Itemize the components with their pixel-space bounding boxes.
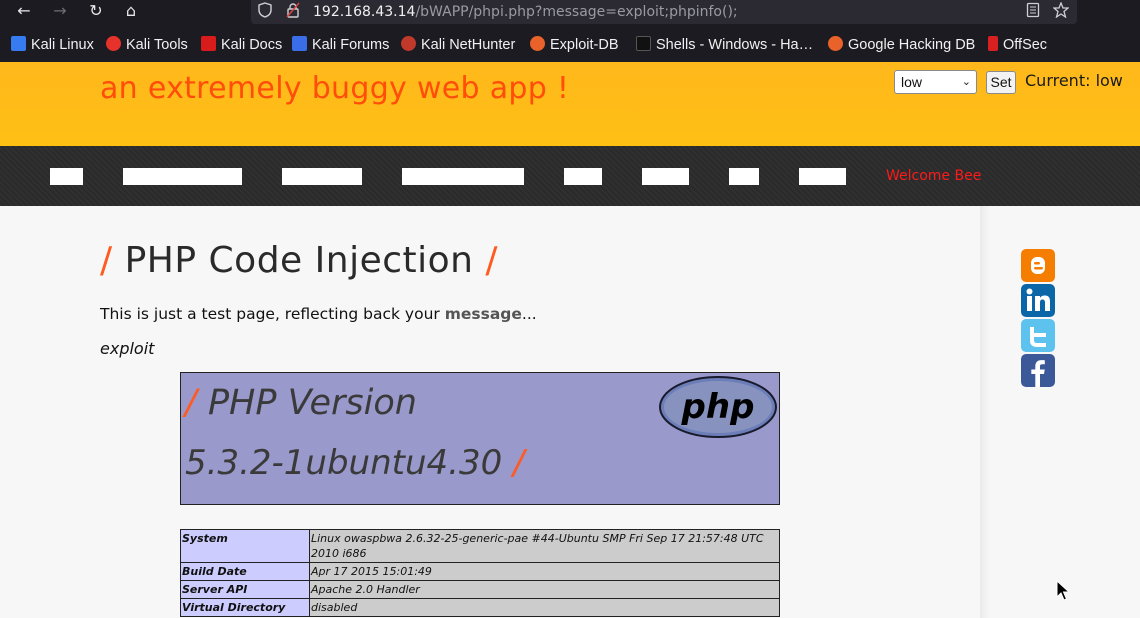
url-path: /bWAPP/phpi.php?message=exploit;phpinfo(… — [415, 4, 738, 20]
kali-dragon-icon — [11, 36, 26, 51]
intro-text-start: This is just a test page, reflecting bac… — [100, 305, 445, 323]
exploit-db-icon — [530, 36, 545, 51]
mouse-cursor-icon — [1056, 580, 1070, 601]
lock-icon[interactable] — [286, 2, 300, 24]
table-value: Apache 2.0 Handler — [309, 580, 780, 599]
title-slash: / — [485, 240, 499, 281]
bookmark-star-icon[interactable] — [1052, 1, 1070, 24]
sidebar-shadow — [980, 206, 990, 618]
twitter-icon[interactable] — [1021, 319, 1055, 352]
exploit-db-icon — [828, 36, 843, 51]
url-text[interactable]: 192.168.43.14/bWAPP/phpi.php?message=exp… — [313, 2, 738, 22]
kali-tools-icon — [106, 36, 121, 51]
php-info-table: System Linux owaspbwa 2.6.32-25-generic-p… — [180, 529, 780, 617]
bookmark-kali-linux[interactable]: Kali Linux — [11, 35, 94, 55]
chevron-down-icon: ⌄ — [961, 76, 971, 88]
table-key: System — [180, 529, 310, 563]
page-title: / PHP Code Injection / — [100, 240, 498, 281]
table-row: Virtual Directory disabled — [180, 598, 780, 617]
heading-slash: / — [513, 443, 525, 483]
browser-toolbar: ← → ↻ ⌂ 192.168.43.14/bWAPP/phpi.php?mes… — [0, 0, 1140, 26]
current-security-level: Current: low — [1025, 71, 1123, 90]
table-value: Linux owaspbwa 2.6.32-25-generic-pae #44… — [309, 529, 780, 563]
php-version-heading: / PHP Version — [185, 383, 417, 423]
shield-icon[interactable] — [258, 2, 272, 24]
bookmark-label: Google Hacking DB — [848, 37, 976, 53]
bookmark-exploit-db[interactable]: Exploit-DB — [530, 35, 619, 55]
menu-item-4[interactable] — [402, 168, 524, 185]
menu-bar: Welcome Bee — [0, 146, 1140, 206]
intro-text-keyword: message — [444, 305, 522, 323]
blogger-icon[interactable] — [1021, 249, 1055, 282]
kali-docs-icon — [201, 36, 216, 51]
url-bar[interactable]: 192.168.43.14/bWAPP/phpi.php?message=exp… — [251, 0, 1077, 24]
bookmark-kali-forums[interactable]: Kali Forums — [292, 35, 389, 55]
kali-forums-icon — [292, 36, 307, 51]
php-version-value: 5.3.2-1ubuntu4.30 — [185, 443, 503, 483]
back-icon[interactable]: ← — [11, 0, 37, 22]
menu-item-2[interactable] — [123, 168, 242, 185]
bookmark-label: Kali Forums — [312, 37, 390, 53]
title-slash: / — [100, 240, 113, 281]
page-title-text: PHP Code Injection — [124, 240, 474, 281]
bookmark-label: Kali NetHunter — [421, 37, 516, 53]
bookmark-label: Shells - Windows - Ha… — [656, 37, 814, 53]
php-logo-icon: php — [659, 376, 777, 438]
table-row: System Linux owaspbwa 2.6.32-25-generic-p… — [180, 529, 780, 563]
tagline: an extremely buggy web app ! — [100, 71, 570, 106]
menu-item-3[interactable] — [282, 168, 362, 185]
table-value: disabled — [309, 598, 780, 617]
php-version-banner: / PHP Version 5.3.2-1ubuntu4.30 / php — [180, 372, 780, 505]
bookmark-kali-tools[interactable]: Kali Tools — [106, 35, 188, 55]
menu-item-7[interactable] — [729, 168, 759, 185]
intro-text-end: ... — [521, 305, 537, 323]
table-value: Apr 17 2015 15:01:49 — [309, 562, 780, 581]
bookmark-kali-docs[interactable]: Kali Docs — [201, 35, 282, 55]
bookmark-label: Kali Tools — [126, 37, 188, 53]
bookmark-offsec[interactable]: OffSec — [988, 35, 1047, 55]
heading-slash: / — [185, 383, 197, 423]
home-icon[interactable]: ⌂ — [118, 0, 144, 22]
menu-item-5[interactable] — [564, 168, 602, 185]
table-row: Server API Apache 2.0 Handler — [180, 580, 780, 599]
welcome-message: Welcome Bee — [886, 168, 982, 184]
forward-icon[interactable]: → — [47, 0, 73, 22]
intro-text: This is just a test page, reflecting bac… — [100, 305, 537, 323]
bookmark-google-hacking-db[interactable]: Google Hacking DB — [828, 35, 975, 55]
menu-item-6[interactable] — [642, 168, 689, 185]
menu-item-8[interactable] — [799, 168, 846, 185]
menu-item-1[interactable] — [50, 168, 83, 185]
php-logo-text: php — [681, 387, 755, 427]
message-echo: exploit — [100, 339, 155, 358]
php-version-label: PHP Version — [207, 383, 417, 423]
main-content: / PHP Code Injection / This is just a te… — [0, 206, 1140, 618]
linkedin-icon[interactable] — [1021, 284, 1055, 317]
reload-icon[interactable]: ↻ — [83, 0, 109, 22]
offsec-icon — [988, 36, 998, 51]
bookmark-label: Kali Linux — [31, 37, 94, 53]
bookmark-label: Kali Docs — [221, 37, 283, 53]
table-key: Build Date — [180, 562, 310, 581]
page-header: an extremely buggy web app ! low ⌄ Set C… — [0, 62, 1140, 146]
reader-view-icon[interactable] — [1026, 2, 1040, 24]
table-row: Build Date Apr 17 2015 15:01:49 — [180, 562, 780, 581]
url-host: 192.168.43.14 — [313, 4, 416, 20]
bookmarks-bar: Kali Linux Kali Tools Kali Docs Kali For… — [0, 26, 1140, 62]
nethunter-icon — [401, 36, 416, 51]
php-version-number: 5.3.2-1ubuntu4.30 / — [185, 443, 525, 483]
set-button[interactable]: Set — [986, 71, 1016, 94]
table-key: Virtual Directory — [180, 598, 310, 617]
bookmark-label: Exploit-DB — [550, 37, 619, 53]
shells-icon — [636, 36, 651, 51]
table-key: Server API — [180, 580, 310, 599]
facebook-icon[interactable] — [1021, 354, 1055, 387]
security-level-select[interactable]: low ⌄ — [894, 70, 977, 94]
bookmark-label: OffSec — [1003, 37, 1048, 53]
bookmark-kali-nethunter[interactable]: Kali NetHunter — [401, 35, 515, 55]
security-level-value: low — [901, 74, 923, 90]
bookmark-shells-windows[interactable]: Shells - Windows - Ha… — [636, 35, 813, 55]
